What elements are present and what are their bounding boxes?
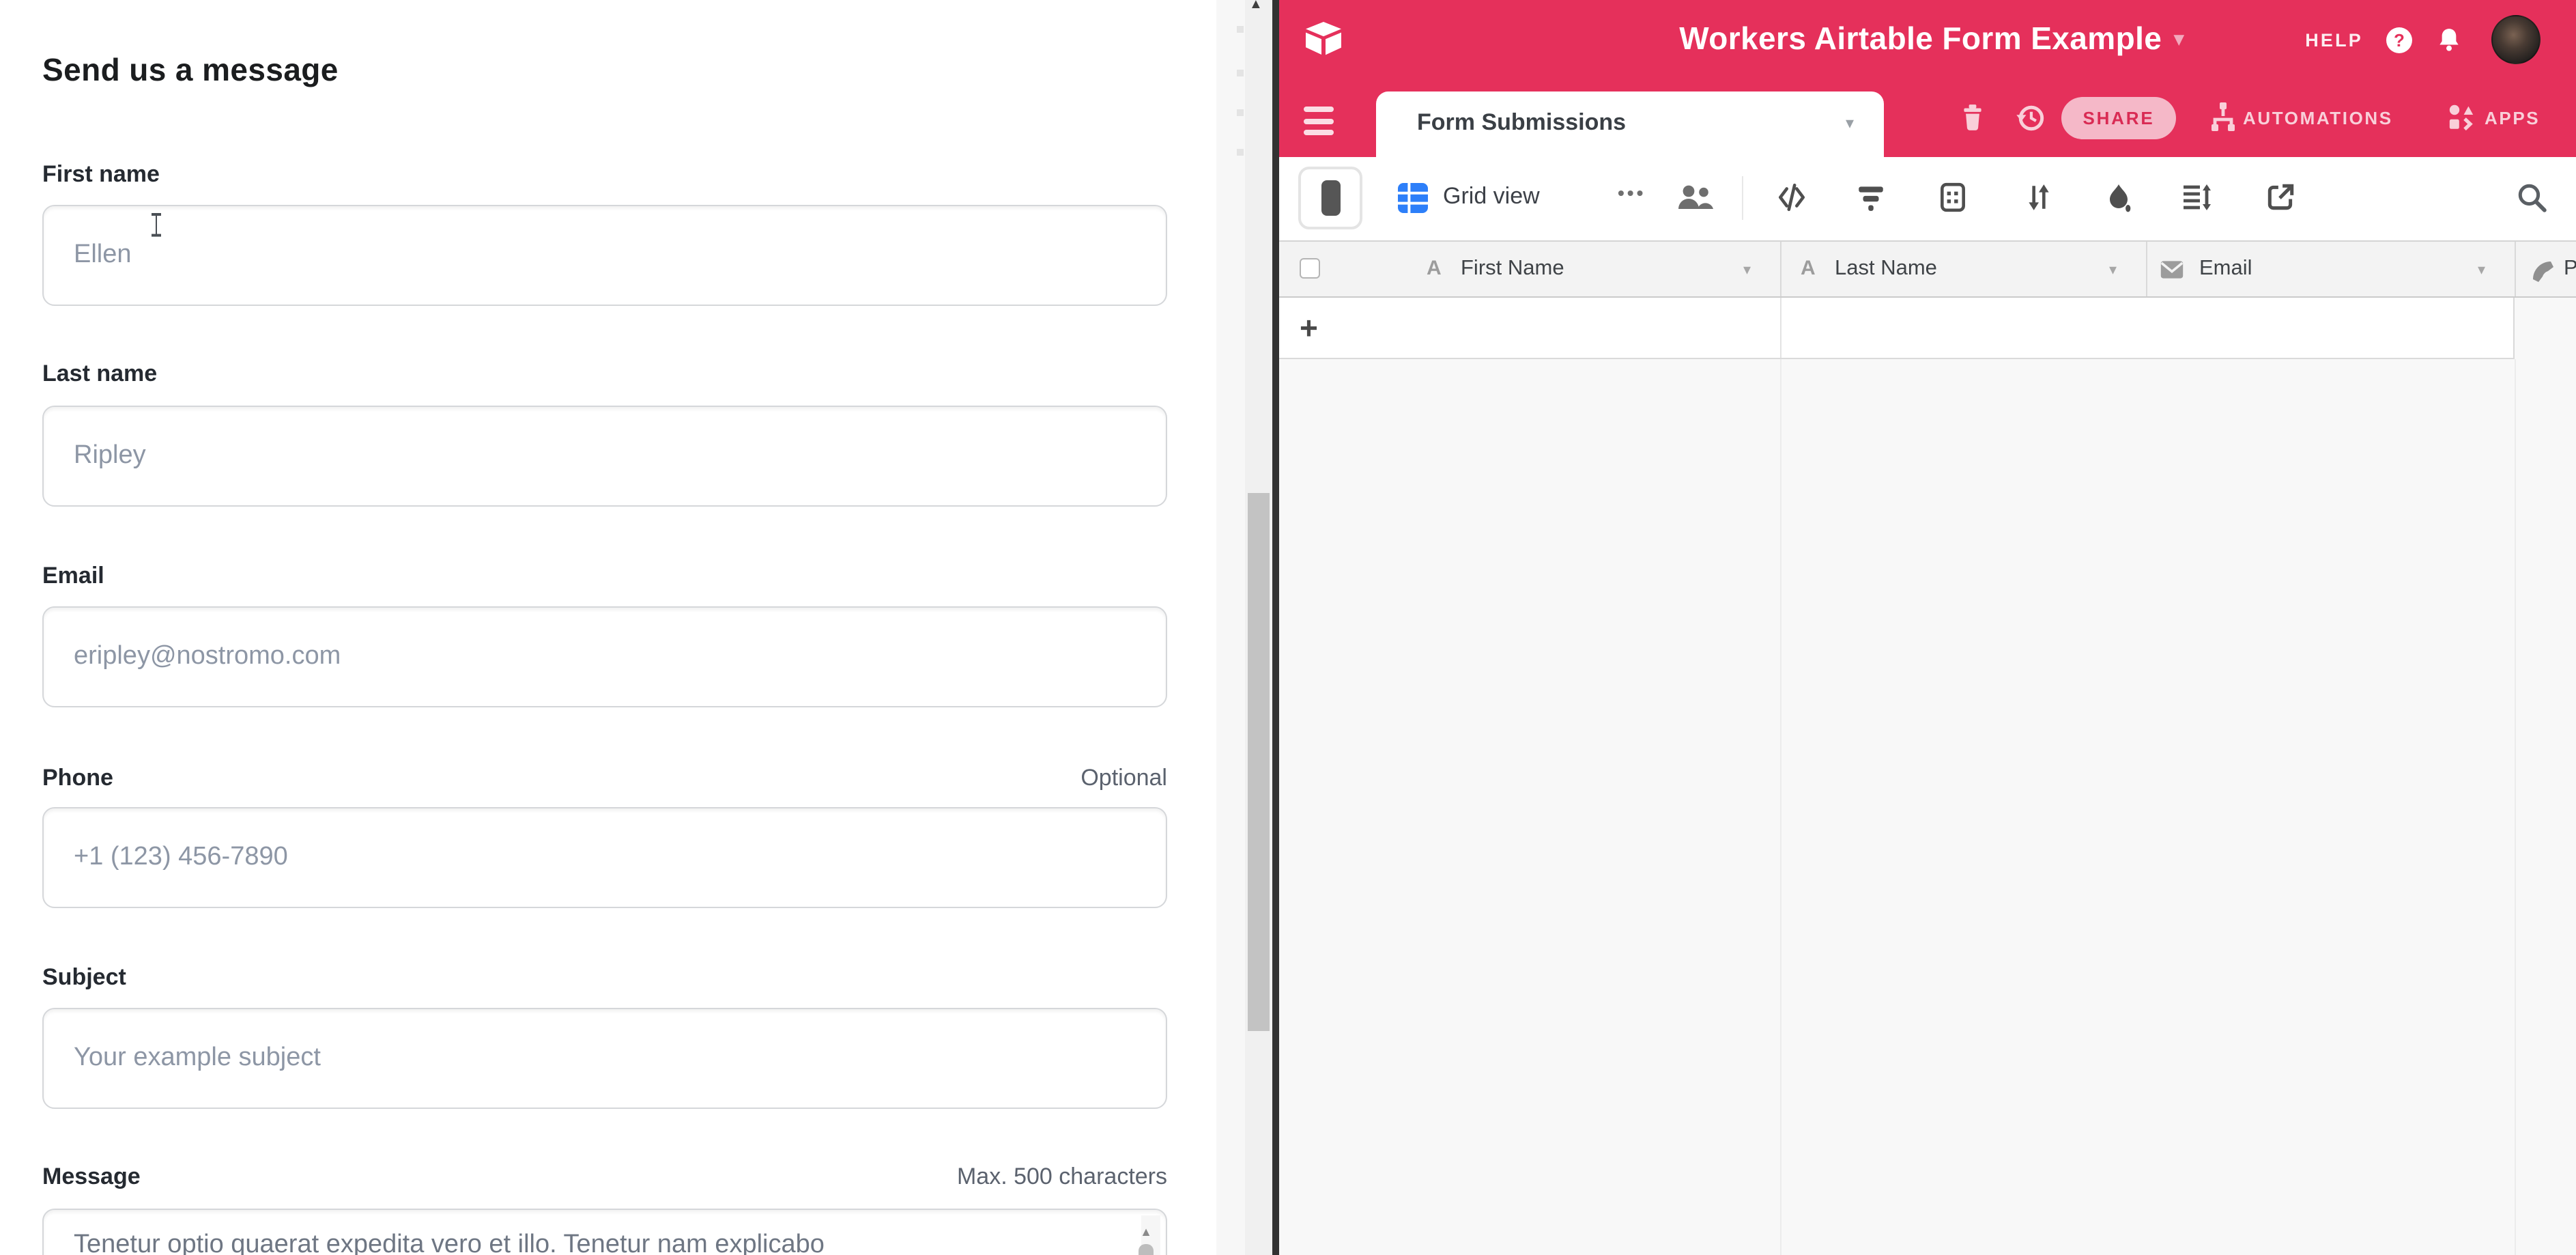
subject-label: Subject <box>42 964 126 991</box>
add-record-plus-icon[interactable]: + <box>1300 310 1318 347</box>
column-divider <box>1780 298 1781 358</box>
row-height-icon[interactable] <box>2180 182 2213 213</box>
gutter-dot <box>1237 26 1244 33</box>
bell-icon[interactable] <box>2435 25 2463 55</box>
search-icon[interactable] <box>2516 182 2547 213</box>
column-divider <box>2515 359 2516 1255</box>
share-button[interactable]: SHARE <box>2061 97 2176 139</box>
email-input[interactable] <box>42 606 1167 707</box>
apps-button[interactable]: APPS <box>2485 108 2540 128</box>
chevron-down-icon: ▾ <box>2174 27 2184 49</box>
avatar[interactable] <box>2491 15 2541 64</box>
base-title[interactable]: Workers Airtable Form Example▾ <box>1679 20 2184 57</box>
text-field-type-icon: A <box>1427 257 1442 280</box>
hide-fields-icon[interactable] <box>1776 182 1807 213</box>
toolbar-divider <box>1742 176 1743 220</box>
tab-form-submissions[interactable]: Form Submissions ▾ <box>1376 91 1884 157</box>
view-name-label[interactable]: Grid view <box>1443 183 1540 210</box>
subject-input[interactable] <box>42 1008 1167 1109</box>
airtable-topbar: Workers Airtable Form Example▾ HELP ? <box>1279 0 2576 79</box>
history-icon[interactable] <box>2015 102 2046 134</box>
filter-icon[interactable] <box>1855 182 1887 213</box>
phone-input[interactable] <box>42 807 1167 908</box>
grid-body-empty <box>1279 359 2576 1255</box>
chevron-down-icon[interactable]: ▾ <box>1743 261 1751 279</box>
first-name-input[interactable] <box>42 205 1167 306</box>
column-header-last-name[interactable]: Last Name <box>1835 257 1937 281</box>
column-divider[interactable] <box>1780 242 1781 296</box>
sort-icon[interactable] <box>2024 182 2053 213</box>
column-header-phone-partial[interactable]: P <box>2564 257 2576 281</box>
grid-header-row: A First Name ▾ A Last Name ▾ Email ▾ P <box>1279 240 2576 298</box>
help-button[interactable]: HELP <box>2305 29 2363 50</box>
view-options-ellipsis[interactable]: ••• <box>1618 182 1646 203</box>
group-icon[interactable] <box>1937 182 1969 213</box>
page-scrollbar-thumb[interactable] <box>1248 493 1270 1031</box>
message-scrollbar[interactable]: ▲ <box>1141 1215 1160 1255</box>
select-all-checkbox[interactable] <box>1300 258 1320 279</box>
form-heading: Send us a message <box>42 52 339 89</box>
message-textarea[interactable]: Tenetur optio quaerat expedita vero et i… <box>42 1209 1167 1255</box>
message-maxchars-note: Max. 500 characters <box>957 1164 1167 1191</box>
page-scrollbar-gutter: ▲ <box>1216 0 1272 1255</box>
add-record-row[interactable]: + <box>1279 298 2515 359</box>
share-view-icon[interactable] <box>2265 182 2296 213</box>
chevron-down-icon[interactable]: ▾ <box>2109 261 2117 279</box>
phone-label: Phone <box>42 765 113 792</box>
apps-icon[interactable] <box>2446 102 2476 132</box>
last-name-input[interactable] <box>42 406 1167 507</box>
message-scrollbar-thumb[interactable] <box>1139 1244 1154 1255</box>
color-icon[interactable] <box>2104 182 2134 213</box>
scroll-up-icon[interactable]: ▲ <box>1140 1225 1152 1239</box>
sidebar-panel-icon <box>1321 180 1341 216</box>
airtable-tabbar: Form Submissions ▾ SHARE AUTOMATIONS <box>1279 79 2576 157</box>
hamburger-menu-icon[interactable] <box>1304 107 1334 141</box>
phone-optional-note: Optional <box>1081 765 1167 792</box>
email-field-type-icon <box>2160 259 2184 280</box>
chevron-down-icon[interactable]: ▾ <box>2478 261 2485 279</box>
phone-field-type-icon <box>2528 257 2556 284</box>
column-divider[interactable] <box>2515 242 2516 296</box>
automations-button[interactable]: AUTOMATIONS <box>2243 108 2393 128</box>
grid-view-icon <box>1397 182 1429 214</box>
airtable-logo-icon[interactable] <box>1302 20 1345 57</box>
scrollbar-up-arrow-icon[interactable]: ▲ <box>1249 0 1263 12</box>
airtable-pane: Workers Airtable Form Example▾ HELP ? Fo… <box>1279 0 2576 1255</box>
contact-form-pane: Send us a message First name Last name E… <box>0 0 1216 1255</box>
gutter-dot <box>1237 109 1244 116</box>
message-label: Message <box>42 1164 141 1191</box>
text-field-type-icon: A <box>1801 257 1816 280</box>
help-circle-icon[interactable]: ? <box>2386 27 2412 53</box>
last-name-label: Last name <box>42 361 157 388</box>
trash-icon[interactable] <box>1960 101 1985 134</box>
column-header-first-name[interactable]: First Name <box>1461 257 1564 281</box>
first-name-label: First name <box>42 161 160 188</box>
automations-icon[interactable] <box>2209 101 2236 134</box>
column-header-email[interactable]: Email <box>2199 257 2252 281</box>
email-label: Email <box>42 563 104 590</box>
gutter-dot <box>1237 149 1244 156</box>
view-sidebar-toggle-button[interactable] <box>1298 167 1362 229</box>
column-divider <box>1780 359 1781 1255</box>
message-text: Tenetur optio quaerat expedita vero et i… <box>74 1228 1119 1255</box>
text-cursor-icon <box>150 213 162 236</box>
chevron-down-icon: ▾ <box>1846 113 1854 132</box>
column-divider[interactable] <box>2146 242 2147 296</box>
screenshot-stage: Send us a message First name Last name E… <box>0 0 2576 1255</box>
gutter-dot <box>1237 70 1244 76</box>
window-edge-divider <box>1272 0 1279 1255</box>
collaborators-icon[interactable] <box>1675 183 1716 213</box>
view-toolbar: Grid view ••• <box>1279 157 2576 240</box>
